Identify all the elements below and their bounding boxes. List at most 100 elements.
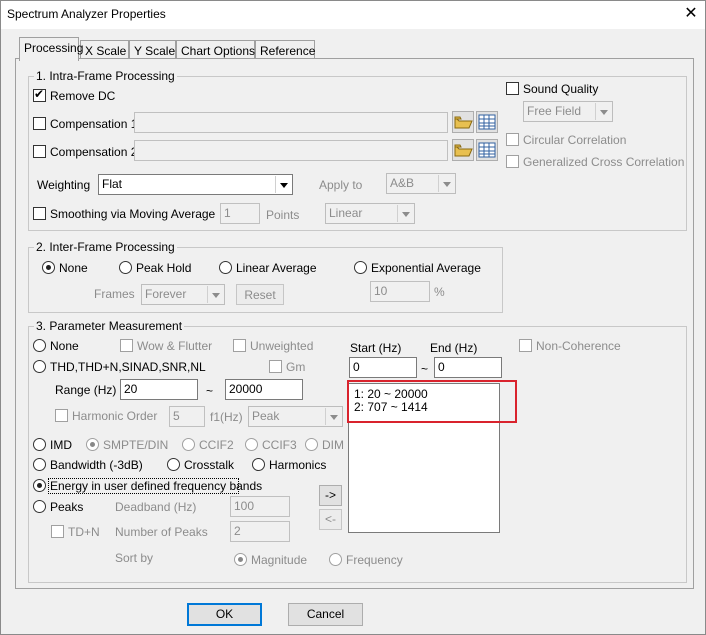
tdn-label: TD+N xyxy=(68,525,100,539)
title-bar: Spectrum Analyzer Properties ✕ xyxy=(1,1,705,29)
compensation1-field[interactable] xyxy=(134,112,448,133)
peaks-label: Peaks xyxy=(50,500,84,514)
chevron-down-icon xyxy=(325,408,341,425)
crosstalk-radio[interactable] xyxy=(167,458,180,471)
exponential-average-radio[interactable] xyxy=(354,261,367,274)
end-hz-label: End (Hz) xyxy=(430,341,478,355)
wow-flutter-checkbox[interactable] xyxy=(120,339,133,352)
ccif2-radio[interactable] xyxy=(182,438,195,451)
peaks-radio[interactable] xyxy=(33,500,46,513)
compensation1-open-button[interactable] xyxy=(452,111,474,133)
tab-processing[interactable]: Processing xyxy=(19,37,83,61)
sound-field-select[interactable]: Free Field xyxy=(523,101,613,122)
dim-radio[interactable] xyxy=(305,438,318,451)
param-none-label: None xyxy=(50,339,79,353)
wow-flutter-label: Wow & Flutter xyxy=(137,339,213,353)
gm-checkbox[interactable] xyxy=(269,360,282,373)
compensation2-checkbox[interactable] xyxy=(33,145,46,158)
imd-label: IMD xyxy=(50,438,72,452)
circular-correlation-checkbox[interactable] xyxy=(506,133,519,146)
compensation1-table-button[interactable] xyxy=(476,111,498,133)
imd-radio[interactable] xyxy=(33,438,46,451)
parameter-legend: 3. Parameter Measurement xyxy=(34,319,185,333)
ccif3-radio[interactable] xyxy=(245,438,258,451)
compensation2-table-button[interactable] xyxy=(476,139,498,161)
chevron-down-icon xyxy=(438,175,454,192)
range-label: Range (Hz) xyxy=(55,383,117,397)
gcc-checkbox[interactable] xyxy=(506,155,519,168)
chevron-down-icon xyxy=(275,176,291,193)
compensation2-open-button[interactable] xyxy=(452,139,474,161)
inter-frame-legend: 2. Inter-Frame Processing xyxy=(34,240,177,254)
frequency-radio[interactable] xyxy=(329,553,342,566)
intra-frame-legend: 1. Intra-Frame Processing xyxy=(34,69,177,83)
gcc-label: Generalized Cross Correlation xyxy=(523,155,685,169)
unweighted-label: Unweighted xyxy=(250,339,314,353)
weighting-select[interactable]: Flat xyxy=(98,174,293,195)
sound-quality-checkbox[interactable] xyxy=(506,82,519,95)
smoothing-points-field[interactable]: 1 xyxy=(220,203,260,224)
thd-radio[interactable] xyxy=(33,360,46,373)
remove-dc-label: Remove DC xyxy=(50,89,116,103)
f1-select[interactable]: Peak xyxy=(248,406,343,427)
unweighted-checkbox[interactable] xyxy=(233,339,246,352)
compensation1-label: Compensation 1 xyxy=(50,117,138,131)
add-band-button[interactable]: -> xyxy=(319,485,342,506)
chevron-down-icon xyxy=(595,103,611,120)
range-to-field[interactable]: 20000 xyxy=(225,379,303,400)
folder-open-icon xyxy=(454,116,473,129)
tdn-checkbox[interactable] xyxy=(51,525,64,538)
frames-label: Frames xyxy=(94,287,135,301)
harmonic-order-checkbox[interactable] xyxy=(55,409,68,422)
points-label: Points xyxy=(266,208,300,222)
dim-label: DIM xyxy=(322,438,344,452)
linear-average-radio[interactable] xyxy=(219,261,232,274)
non-coherence-checkbox[interactable] xyxy=(519,339,532,352)
inter-none-radio[interactable] xyxy=(42,261,55,274)
remove-band-button[interactable]: <- xyxy=(319,509,342,530)
harmonic-order-label: Harmonic Order xyxy=(72,409,158,423)
close-icon[interactable]: ✕ xyxy=(681,4,701,24)
energy-bands-radio[interactable] xyxy=(33,479,46,492)
harmonics-radio[interactable] xyxy=(252,458,265,471)
harmonic-order-field[interactable]: 5 xyxy=(169,406,205,427)
smpte-radio[interactable] xyxy=(86,438,99,451)
apply-to-select[interactable]: A&B xyxy=(386,173,456,194)
check-mark-icon: ✔ xyxy=(34,87,45,101)
peak-hold-radio[interactable] xyxy=(119,261,132,274)
smoothing-type-select[interactable]: Linear xyxy=(325,203,415,224)
energy-bands-label: Energy in user defined frequency bands xyxy=(50,479,263,493)
compensation2-field[interactable] xyxy=(134,140,448,161)
range-from-field[interactable]: 20 xyxy=(120,379,198,400)
reset-button[interactable]: Reset xyxy=(236,284,284,305)
param-none-radio[interactable] xyxy=(33,339,46,352)
end-hz-field[interactable]: 0 xyxy=(434,357,502,378)
dialog-window: Spectrum Analyzer Properties ✕ Processin… xyxy=(0,0,706,635)
bandwidth-radio[interactable] xyxy=(33,458,46,471)
number-of-peaks-label: Number of Peaks xyxy=(115,525,208,539)
remove-dc-checkbox[interactable]: ✔ xyxy=(33,87,46,102)
exponential-average-label: Exponential Average xyxy=(371,261,481,275)
magnitude-radio[interactable] xyxy=(234,553,247,566)
compensation1-checkbox[interactable] xyxy=(33,117,46,130)
peak-hold-label: Peak Hold xyxy=(136,261,192,275)
start-hz-label: Start (Hz) xyxy=(350,341,402,355)
magnitude-label: Magnitude xyxy=(251,553,308,567)
number-of-peaks-field[interactable]: 2 xyxy=(230,521,290,542)
ccif2-label: CCIF2 xyxy=(199,438,234,452)
smoothing-label: Smoothing via Moving Average xyxy=(50,207,216,221)
smpte-label: SMPTE/DIN xyxy=(103,438,169,452)
band-tilde: ~ xyxy=(421,362,429,376)
frames-select[interactable]: Forever xyxy=(141,284,225,305)
frequency-label: Frequency xyxy=(346,553,403,567)
range-tilde: ~ xyxy=(206,384,214,398)
start-hz-field[interactable]: 0 xyxy=(349,357,417,378)
deadband-field[interactable]: 100 xyxy=(230,496,290,517)
non-coherence-label: Non-Coherence xyxy=(536,339,621,353)
ok-button[interactable]: OK xyxy=(187,603,262,626)
smoothing-checkbox[interactable] xyxy=(33,207,46,220)
linear-average-label: Linear Average xyxy=(236,261,317,275)
exponential-value-field[interactable]: 10 xyxy=(370,281,430,302)
compensation2-label: Compensation 2 xyxy=(50,145,138,159)
cancel-button[interactable]: Cancel xyxy=(288,603,363,626)
